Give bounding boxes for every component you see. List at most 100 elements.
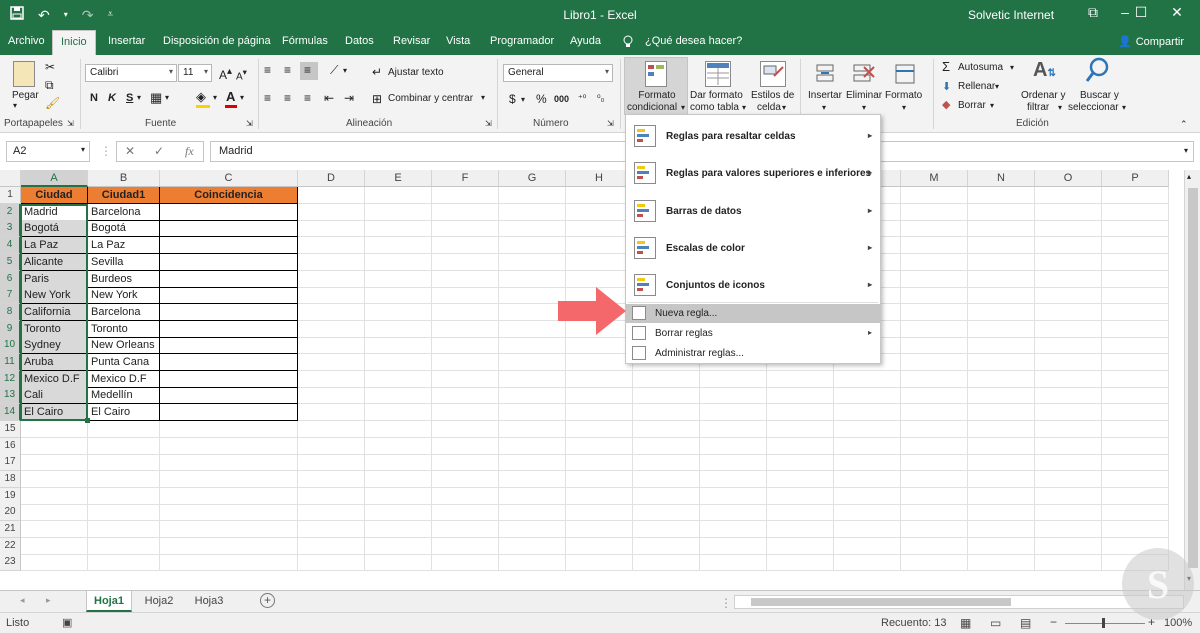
empty-cell[interactable] xyxy=(432,303,499,321)
delete-cells-icon[interactable] xyxy=(852,61,876,87)
empty-cell[interactable] xyxy=(88,504,160,522)
empty-cell[interactable] xyxy=(566,337,633,355)
tab-vista[interactable]: Vista xyxy=(446,35,470,47)
clipboard-launcher-icon[interactable]: ⇲ xyxy=(67,119,74,128)
empty-cell[interactable] xyxy=(298,253,365,271)
align-center-icon[interactable]: ≡ xyxy=(284,91,291,105)
row-header[interactable]: 22 xyxy=(0,537,21,555)
empty-cell[interactable] xyxy=(566,521,633,538)
empty-cell[interactable] xyxy=(700,554,767,572)
empty-cell[interactable] xyxy=(700,470,767,488)
empty-cell[interactable] xyxy=(700,504,767,522)
orientation-icon[interactable]: ⟋ xyxy=(330,63,338,78)
menu-item-color-scales[interactable]: Escalas de color ▸ xyxy=(626,230,880,266)
empty-cell[interactable] xyxy=(365,504,432,522)
data-cell[interactable] xyxy=(160,387,298,405)
empty-cell[interactable] xyxy=(767,404,834,422)
tab-archivo[interactable]: Archivo xyxy=(8,35,45,47)
row-header[interactable]: 23 xyxy=(0,554,21,572)
empty-cell[interactable] xyxy=(968,454,1035,472)
empty-cell[interactable] xyxy=(365,354,432,371)
empty-cell[interactable] xyxy=(499,554,566,572)
empty-cell[interactable] xyxy=(499,454,566,472)
empty-cell[interactable] xyxy=(298,220,365,238)
scroll-up-icon[interactable]: ▴ xyxy=(1187,172,1191,181)
data-cell[interactable] xyxy=(160,237,298,255)
empty-cell[interactable] xyxy=(767,387,834,405)
increase-indent-icon[interactable]: ⇥ xyxy=(344,91,354,105)
align-left-icon[interactable]: ≡ xyxy=(264,91,271,105)
empty-cell[interactable] xyxy=(1035,287,1102,305)
formula-bar-drag-handle[interactable]: ⋮ xyxy=(100,144,112,158)
empty-cell[interactable] xyxy=(834,454,901,472)
empty-cell[interactable] xyxy=(566,237,633,255)
empty-cell[interactable] xyxy=(365,187,432,204)
tab-datos[interactable]: Datos xyxy=(345,35,374,47)
empty-cell[interactable] xyxy=(432,521,499,538)
empty-cell[interactable] xyxy=(160,504,298,522)
data-cell[interactable]: Punta Cana xyxy=(88,354,160,371)
empty-cell[interactable] xyxy=(968,521,1035,538)
empty-cell[interactable] xyxy=(499,203,566,221)
fill-down-icon[interactable]: ⬇ xyxy=(942,80,951,93)
enter-icon[interactable]: ✓ xyxy=(154,144,164,158)
empty-cell[interactable] xyxy=(968,470,1035,488)
select-all-button[interactable] xyxy=(0,170,21,187)
empty-cell[interactable] xyxy=(1102,237,1169,255)
empty-cell[interactable] xyxy=(968,187,1035,204)
row-header[interactable]: 11 xyxy=(0,354,21,371)
conditional-format-label-2[interactable]: condicional xyxy=(627,102,677,113)
empty-cell[interactable] xyxy=(432,203,499,221)
empty-cell[interactable] xyxy=(633,470,700,488)
empty-cell[interactable] xyxy=(21,437,88,455)
empty-cell[interactable] xyxy=(968,437,1035,455)
empty-cell[interactable] xyxy=(1035,454,1102,472)
empty-cell[interactable] xyxy=(365,487,432,505)
empty-cell[interactable] xyxy=(499,320,566,338)
insert-cells-button[interactable]: Insertar xyxy=(808,90,842,101)
empty-cell[interactable] xyxy=(365,320,432,338)
tab-disposicion[interactable]: Disposición de página xyxy=(163,35,271,47)
empty-cell[interactable] xyxy=(88,554,160,572)
borders-icon[interactable]: ▦ xyxy=(150,90,162,106)
empty-cell[interactable] xyxy=(1102,337,1169,355)
empty-cell[interactable] xyxy=(633,537,700,555)
column-header-e[interactable]: E xyxy=(365,170,432,187)
menu-item-highlight-rules[interactable]: Reglas para resaltar celdas ▸ xyxy=(626,118,880,154)
empty-cell[interactable] xyxy=(432,420,499,438)
empty-cell[interactable] xyxy=(298,370,365,388)
cell-styles-label-2[interactable]: celda xyxy=(757,102,781,113)
empty-cell[interactable] xyxy=(767,420,834,438)
empty-cell[interactable] xyxy=(700,420,767,438)
row-header[interactable]: 17 xyxy=(0,454,21,472)
empty-cell[interactable] xyxy=(365,337,432,355)
empty-cell[interactable] xyxy=(432,404,499,422)
column-header-n[interactable]: N xyxy=(968,170,1035,187)
prev-sheet-icon[interactable]: ◂ xyxy=(20,595,25,606)
underline-dropdown-icon[interactable]: ▾ xyxy=(137,93,141,102)
row-header[interactable]: 13 xyxy=(0,387,21,405)
empty-cell[interactable] xyxy=(566,370,633,388)
empty-cell[interactable] xyxy=(365,287,432,305)
row-header[interactable]: 6 xyxy=(0,270,21,288)
empty-cell[interactable] xyxy=(365,303,432,321)
empty-cell[interactable] xyxy=(901,537,968,555)
empty-cell[interactable] xyxy=(834,387,901,405)
number-launcher-icon[interactable]: ⇲ xyxy=(607,119,614,128)
close-button[interactable]: ✕ xyxy=(1162,4,1192,21)
data-cell[interactable]: Mexico D.F xyxy=(88,370,160,388)
cell-styles-label-1[interactable]: Estilos de xyxy=(751,90,794,101)
empty-cell[interactable] xyxy=(432,454,499,472)
empty-cell[interactable] xyxy=(88,521,160,538)
empty-cell[interactable] xyxy=(1035,487,1102,505)
sort-filter-icon[interactable]: A⇅ xyxy=(1033,59,1056,82)
borders-dropdown-icon[interactable]: ▾ xyxy=(165,93,169,102)
empty-cell[interactable] xyxy=(968,554,1035,572)
empty-cell[interactable] xyxy=(767,454,834,472)
data-cell[interactable]: New York xyxy=(88,287,160,305)
empty-cell[interactable] xyxy=(432,354,499,371)
empty-cell[interactable] xyxy=(1102,203,1169,221)
align-middle-icon[interactable]: ≡ xyxy=(284,63,291,77)
empty-cell[interactable] xyxy=(298,537,365,555)
empty-cell[interactable] xyxy=(566,454,633,472)
